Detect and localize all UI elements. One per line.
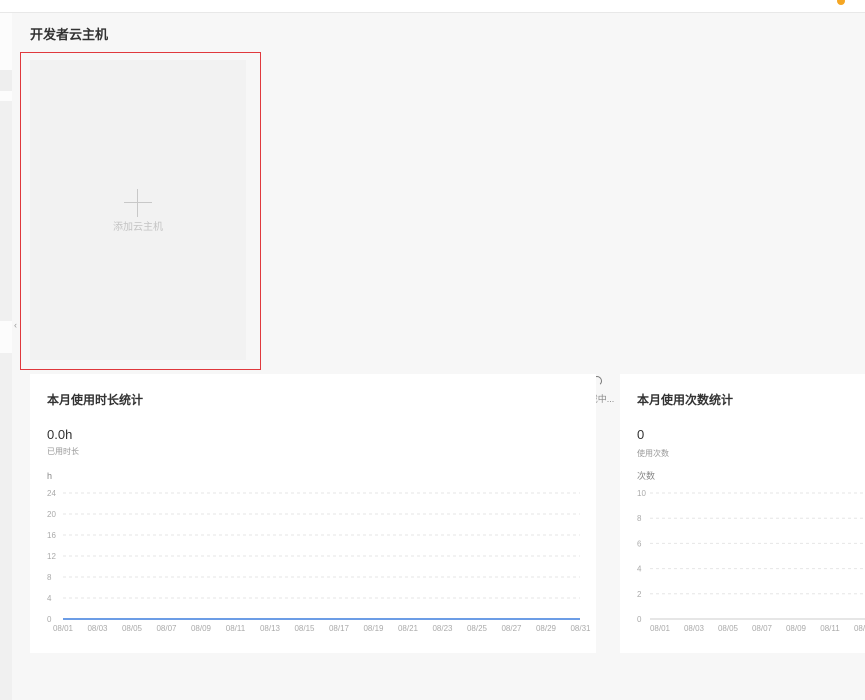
x-tick-label: 08/17	[329, 624, 350, 633]
x-tick-label: 08/13	[854, 624, 865, 633]
x-tick-label: 08/15	[294, 624, 315, 633]
x-tick-label: 08/07	[752, 624, 773, 633]
y-tick-label: 0	[637, 615, 642, 624]
x-tick-label: 08/13	[260, 624, 281, 633]
plus-icon[interactable]	[124, 189, 152, 217]
duration-line-chart: h 0 4 8 12 16 20 24 08/01 08/03 08/05 08/07 08/09 08/…	[47, 471, 591, 633]
x-tick-label: 08/09	[786, 624, 807, 633]
x-tick-label: 08/05	[122, 624, 143, 633]
x-tick-label: 08/09	[191, 624, 212, 633]
sidebar-active-item[interactable]	[0, 70, 12, 91]
x-tick-label: 08/05	[718, 624, 739, 633]
x-tick-label: 08/11	[820, 624, 840, 633]
duration-value-label: 已用时长	[47, 447, 79, 456]
page-title: 开发者云主机	[30, 27, 109, 42]
collapse-arrow-icon[interactable]: ‹	[14, 320, 17, 330]
y-tick-label: 16	[47, 531, 56, 540]
x-tick-label: 08/03	[87, 624, 108, 633]
x-tick-label: 08/11	[226, 624, 246, 633]
y-tick-label: 20	[47, 510, 56, 519]
y-tick-label: 8	[637, 514, 642, 523]
y-tick-label: 0	[47, 615, 52, 624]
count-value: 0	[637, 427, 645, 442]
x-tick-label: 08/29	[536, 624, 557, 633]
y-tick-label: 2	[637, 590, 642, 599]
sidebar-lower-area	[0, 353, 12, 700]
x-tick-label: 08/21	[398, 624, 419, 633]
x-tick-label: 08/23	[432, 624, 453, 633]
sidebar-menu-area	[0, 101, 12, 321]
y-axis-label: h	[47, 471, 52, 481]
y-tick-label: 10	[637, 489, 646, 498]
duration-card-title: 本月使用时长统计	[47, 393, 144, 407]
x-tick-label: 08/01	[650, 624, 671, 633]
count-value-label: 使用次数	[637, 449, 669, 458]
notification-dot-icon[interactable]	[837, 0, 845, 5]
x-tick-label: 08/25	[467, 624, 488, 633]
x-tick-label: 08/27	[501, 624, 522, 633]
add-host-label: 添加云主机	[113, 222, 163, 233]
y-tick-label: 6	[637, 539, 642, 548]
y-tick-label: 12	[47, 552, 56, 561]
y-tick-label: 4	[637, 565, 642, 574]
y-tick-label: 4	[47, 594, 52, 603]
x-tick-label: 08/19	[363, 624, 384, 633]
duration-value: 0.0h	[47, 427, 73, 442]
count-line-chart: 次数 0 2 4 6 8 10 08/01 08/03 08/05 08/07 08/09 08/11 0…	[637, 470, 865, 633]
x-tick-label: 08/07	[156, 624, 177, 633]
y-axis-label: 次数	[637, 470, 655, 481]
top-bar	[0, 0, 865, 13]
y-tick-label: 8	[47, 573, 52, 582]
x-tick-label: 08/03	[684, 624, 705, 633]
x-tick-label: 08/01	[53, 624, 74, 633]
count-card-title: 本月使用次数统计	[637, 393, 734, 407]
sidebar-edge	[0, 13, 12, 700]
y-tick-label: 24	[47, 489, 56, 498]
x-tick-label: 08/31	[570, 624, 591, 633]
